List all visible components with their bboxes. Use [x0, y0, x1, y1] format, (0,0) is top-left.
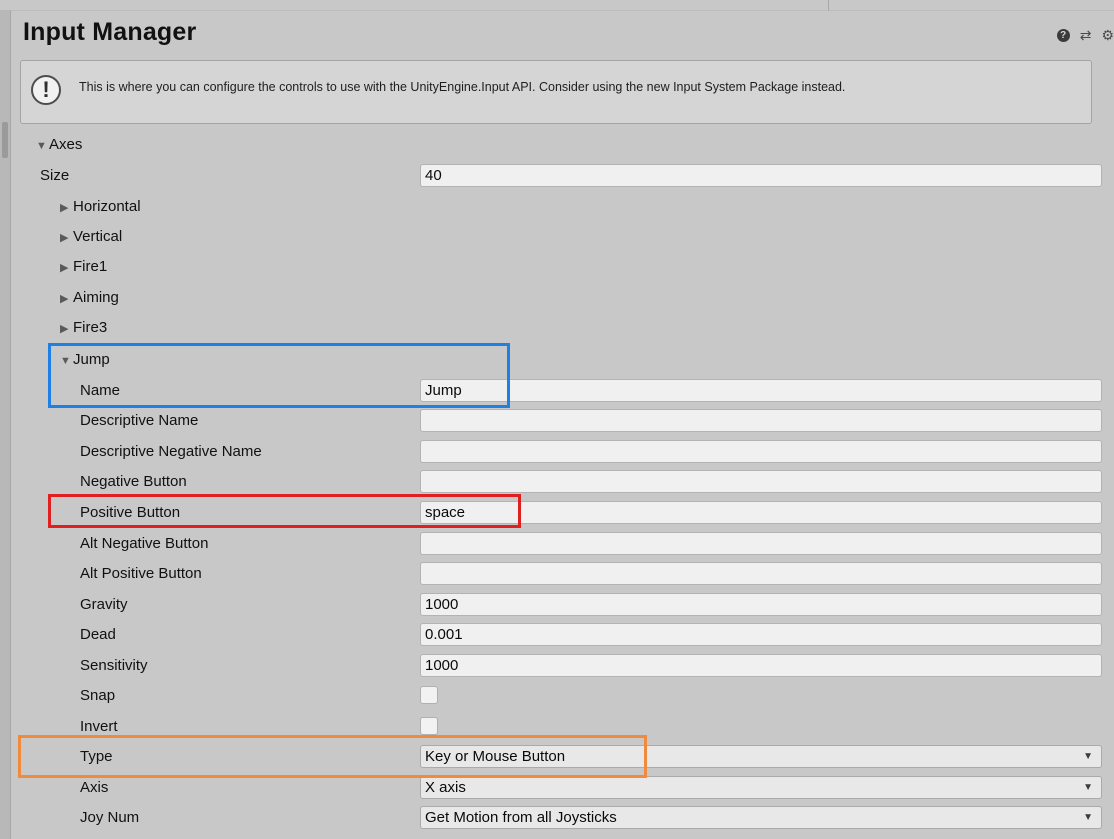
invert-row: Invert: [0, 712, 1114, 742]
axis-label: Fire1: [73, 258, 108, 275]
negative-button-field[interactable]: [420, 470, 1102, 493]
dead-label: Dead: [80, 626, 116, 643]
alt-negative-button-row: Alt Negative Button: [0, 529, 1114, 559]
type-value: Key or Mouse Button: [425, 748, 566, 765]
foldout-collapsed-icon: ▶: [60, 323, 69, 335]
positive-button-row: Positive Button space: [0, 498, 1114, 528]
axis-label: Vertical: [73, 228, 123, 245]
size-row: Size 40: [0, 161, 1114, 191]
alt-positive-button-row: Alt Positive Button: [0, 559, 1114, 589]
foldout-expanded-icon: ▼: [36, 140, 47, 152]
joy-num-dropdown[interactable]: Get Motion from all Joysticks ▼: [420, 806, 1102, 829]
dropdown-arrow-icon: ▼: [1083, 812, 1093, 823]
helpbox-text: This is where you can configure the cont…: [79, 80, 846, 94]
sensitivity-label: Sensitivity: [80, 657, 148, 674]
foldout-collapsed-icon: ▶: [60, 262, 69, 274]
descriptive-negative-name-label: Descriptive Negative Name: [80, 443, 262, 460]
sensitivity-row: Sensitivity 1000: [0, 651, 1114, 681]
axis-item-aiming[interactable]: ▶ Aiming: [0, 283, 1114, 313]
alt-positive-button-label: Alt Positive Button: [80, 565, 202, 582]
info-helpbox: ! This is where you can configure the co…: [20, 60, 1092, 124]
sensitivity-field[interactable]: 1000: [420, 654, 1102, 677]
negative-button-label: Negative Button: [80, 473, 187, 490]
help-icon[interactable]: ?: [1056, 28, 1070, 42]
alt-positive-button-field[interactable]: [420, 562, 1102, 585]
name-label: Name: [80, 382, 121, 399]
axis-item-jump[interactable]: ▼ Jump: [0, 345, 1114, 375]
snap-checkbox[interactable]: [420, 686, 438, 704]
header-icons: ? ⇄ ⚙: [1056, 26, 1114, 44]
foldout-expanded-icon: ▼: [60, 355, 71, 367]
foldout-collapsed-icon: ▶: [60, 232, 69, 244]
descriptive-name-label: Descriptive Name: [80, 412, 199, 429]
joy-num-row: Joy Num Get Motion from all Joysticks ▼: [0, 803, 1114, 833]
name-field[interactable]: Jump: [420, 379, 1102, 402]
gravity-label: Gravity: [80, 596, 128, 613]
dead-row: Dead 0.001: [0, 620, 1114, 650]
axis-label: Aiming: [73, 289, 119, 306]
axis-label: Horizontal: [73, 198, 141, 215]
type-label: Type: [80, 748, 113, 765]
alt-negative-button-field[interactable]: [420, 532, 1102, 555]
axis-item-fire1[interactable]: ▶ Fire1: [0, 252, 1114, 282]
alt-negative-button-label: Alt Negative Button: [80, 535, 209, 552]
dropdown-arrow-icon: ▼: [1083, 782, 1093, 793]
positive-button-field[interactable]: space: [420, 501, 1102, 524]
gear-icon[interactable]: ⚙: [1101, 27, 1114, 44]
joy-num-value: Get Motion from all Joysticks: [425, 809, 617, 826]
axis-item-vertical[interactable]: ▶ Vertical: [0, 222, 1114, 252]
top-border: [0, 0, 1114, 12]
foldout-collapsed-icon: ▶: [60, 202, 69, 214]
gravity-field[interactable]: 1000: [420, 593, 1102, 616]
preset-icon[interactable]: ⇄: [1080, 27, 1092, 44]
descriptive-name-row: Descriptive Name: [0, 406, 1114, 436]
descriptive-name-field[interactable]: [420, 409, 1102, 432]
axis-value: X axis: [425, 779, 466, 796]
size-field[interactable]: 40: [420, 164, 1102, 187]
axis-row: Axis X axis ▼: [0, 773, 1114, 803]
positive-button-label: Positive Button: [80, 504, 181, 521]
dropdown-arrow-icon: ▼: [1083, 751, 1093, 762]
axis-item-fire3[interactable]: ▶ Fire3: [0, 313, 1114, 343]
foldout-collapsed-icon: ▶: [60, 293, 69, 305]
descriptive-negative-name-field[interactable]: [420, 440, 1102, 463]
dead-field[interactable]: 0.001: [420, 623, 1102, 646]
axis-label: Axis: [80, 779, 109, 796]
type-dropdown[interactable]: Key or Mouse Button ▼: [420, 745, 1102, 768]
axes-label: Axes: [49, 136, 83, 153]
invert-checkbox[interactable]: [420, 717, 438, 735]
joy-num-label: Joy Num: [80, 809, 140, 826]
invert-label: Invert: [80, 718, 118, 735]
snap-label: Snap: [80, 687, 116, 704]
page-title: Input Manager: [23, 18, 197, 46]
name-row: Name Jump: [0, 376, 1114, 406]
gravity-row: Gravity 1000: [0, 590, 1114, 620]
jump-label: Jump: [73, 351, 110, 368]
axis-dropdown[interactable]: X axis ▼: [420, 776, 1102, 799]
warning-icon: !: [31, 75, 61, 105]
axes-foldout[interactable]: ▼ Axes: [0, 130, 1114, 160]
size-label: Size: [40, 167, 70, 184]
negative-button-row: Negative Button: [0, 467, 1114, 497]
snap-row: Snap: [0, 681, 1114, 711]
type-row: Type Key or Mouse Button ▼: [0, 742, 1114, 772]
axis-item-horizontal[interactable]: ▶ Horizontal: [0, 192, 1114, 222]
descriptive-negative-name-row: Descriptive Negative Name: [0, 437, 1114, 467]
axis-label: Fire3: [73, 319, 108, 336]
